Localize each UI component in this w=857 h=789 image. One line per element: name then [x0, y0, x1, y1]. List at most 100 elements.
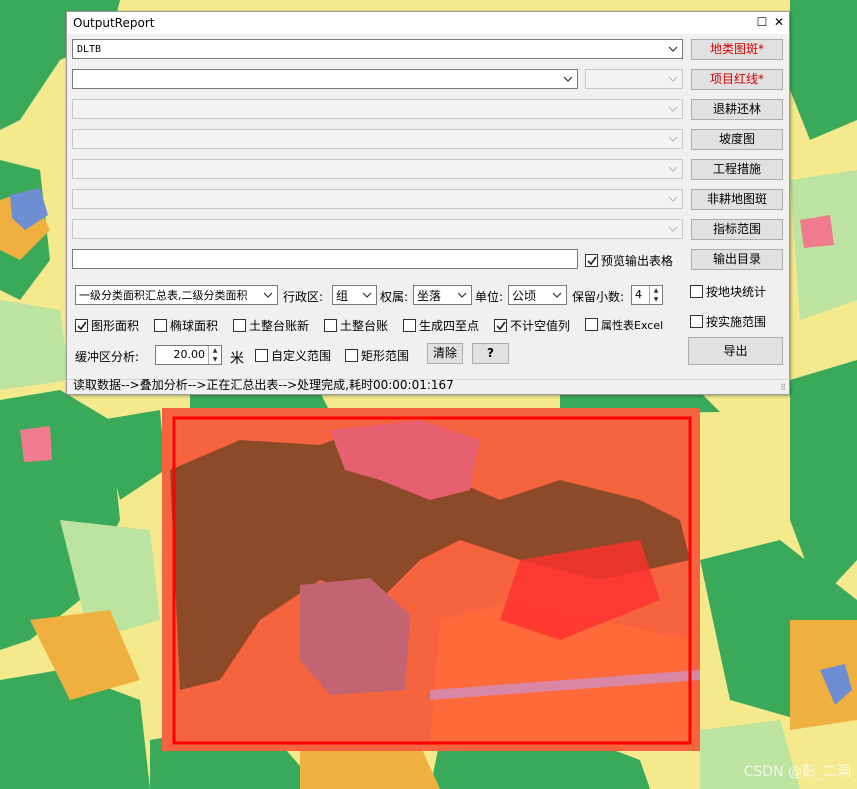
checkbox-box[interactable]	[75, 319, 88, 332]
checkbox-box[interactable]	[494, 319, 507, 332]
clear-button[interactable]: 清除	[427, 343, 463, 364]
preview-label: 预览输出表格	[601, 254, 674, 268]
stepper-buttons[interactable]: ▲ ▼	[208, 346, 221, 364]
checkbox-box[interactable]	[345, 349, 358, 362]
checkbox-box[interactable]	[585, 254, 598, 267]
maximize-icon[interactable]: ☐	[755, 15, 769, 29]
resize-grip-icon[interactable]: ⠿	[780, 383, 786, 392]
checkbox-box[interactable]	[690, 315, 703, 328]
unit-label: 单位:	[475, 290, 504, 304]
stepper-up-icon[interactable]: ▲	[650, 286, 662, 295]
slope-select[interactable]	[72, 129, 683, 149]
decimals-value: 4	[635, 288, 642, 301]
checkbox-box[interactable]	[585, 318, 598, 331]
chevron-down-icon	[552, 288, 562, 302]
settlement-patch	[20, 426, 52, 462]
report-type-value: 一级分类面积汇总表,二级分类面积	[79, 289, 248, 302]
custom-range-label: 自定义范围	[271, 349, 332, 363]
ignore-null-checkbox[interactable]: 不计空值列	[494, 317, 570, 333]
chevron-down-icon	[668, 72, 678, 86]
stepper-buttons[interactable]: ▲ ▼	[649, 286, 662, 304]
four-corners-label: 生成四至点	[419, 319, 480, 333]
buffer-unit: 米	[230, 351, 244, 367]
return-farmland-button[interactable]: 退耕还林	[691, 99, 783, 120]
indicator-range-button[interactable]: 指标范围	[691, 219, 783, 240]
indicator-select[interactable]	[72, 219, 683, 239]
project-redline-button[interactable]: 项目红线*	[691, 69, 783, 90]
grass-patch	[0, 300, 70, 390]
slope-map-button[interactable]: 坡度图	[691, 129, 783, 150]
output-directory-input[interactable]	[72, 249, 578, 269]
checkbox-box[interactable]	[324, 319, 337, 332]
orchard-patch	[300, 745, 440, 789]
chevron-down-icon	[362, 288, 372, 302]
output-directory-button[interactable]: 输出目录	[691, 249, 783, 270]
redline-layer-select[interactable]	[72, 69, 578, 89]
decimals-label: 保留小数:	[572, 290, 625, 304]
help-button[interactable]: ?	[472, 343, 509, 364]
stepper-up-icon[interactable]: ▲	[209, 346, 221, 355]
settlement-patch	[800, 215, 834, 248]
redline-field-select[interactable]	[585, 69, 683, 89]
landuse-layer-select[interactable]: DLTB	[72, 39, 683, 59]
close-icon[interactable]: ✕	[772, 15, 786, 29]
attr-excel-checkbox[interactable]: 属性表Excel	[585, 317, 663, 333]
unit-select[interactable]: 公顷	[508, 285, 567, 305]
return-farmland-select[interactable]	[72, 99, 683, 119]
nonfarm-select[interactable]	[72, 189, 683, 209]
report-type-select[interactable]: 一级分类面积汇总表,二级分类面积	[75, 285, 278, 305]
by-impl-range-checkbox[interactable]: 按实施范围	[690, 313, 766, 329]
land-ledger-label: 土整台账	[340, 319, 389, 333]
title-bar[interactable]: OutputReport ☐ ✕	[67, 12, 789, 34]
four-corners-checkbox[interactable]: 生成四至点	[403, 317, 479, 333]
ellipsoid-area-checkbox[interactable]: 椭球面积	[154, 317, 218, 333]
land-ledger-checkbox[interactable]: 土整台账	[324, 317, 388, 333]
watermark: CSDN @彭_二洞	[743, 764, 851, 780]
ownership-value: 坐落	[417, 289, 442, 303]
preview-output-checkbox[interactable]: 预览输出表格	[585, 252, 673, 268]
stepper-down-icon[interactable]: ▼	[650, 295, 662, 304]
by-impl-label: 按实施范围	[706, 315, 767, 329]
engineering-button[interactable]: 工程措施	[691, 159, 783, 180]
land-ledger-new-label: 土整台账新	[249, 319, 310, 333]
checkbox-box[interactable]	[690, 285, 703, 298]
checkbox-box[interactable]	[403, 319, 416, 332]
land-ledger-new-checkbox[interactable]: 土整台账新	[233, 317, 309, 333]
chevron-down-icon	[668, 162, 678, 176]
custom-range-checkbox[interactable]: 自定义范围	[255, 347, 331, 363]
checkbox-box[interactable]	[255, 349, 268, 362]
rect-range-checkbox[interactable]: 矩形范围	[345, 347, 409, 363]
export-button[interactable]: 导出	[688, 337, 783, 365]
ownership-label: 权属:	[380, 290, 409, 304]
chevron-down-icon	[563, 72, 573, 86]
attr-excel-label: 属性表Excel	[601, 319, 664, 332]
chevron-down-icon	[668, 42, 678, 56]
chevron-down-icon	[263, 288, 273, 302]
chevron-down-icon	[668, 192, 678, 206]
checkbox-box[interactable]	[233, 319, 246, 332]
landuse-layer-value: DLTB	[77, 44, 102, 55]
unit-value: 公顷	[512, 289, 537, 303]
chevron-down-icon	[668, 102, 678, 116]
chevron-down-icon	[457, 288, 467, 302]
landuse-parcel-button[interactable]: 地类图斑*	[691, 39, 783, 60]
checkbox-box[interactable]	[154, 319, 167, 332]
chevron-down-icon	[668, 132, 678, 146]
by-parcel-label: 按地块统计	[706, 285, 767, 299]
graphic-area-checkbox[interactable]: 图形面积	[75, 317, 139, 333]
rect-range-label: 矩形范围	[361, 349, 410, 363]
engineering-select[interactable]	[72, 159, 683, 179]
admin-select[interactable]: 组	[332, 285, 377, 305]
window-title: OutputReport	[73, 16, 155, 30]
nonfarm-parcel-button[interactable]: 非耕地图斑	[691, 189, 783, 210]
decimals-stepper[interactable]: 4 ▲ ▼	[631, 285, 663, 305]
chevron-down-icon	[668, 222, 678, 236]
output-report-dialog: OutputReport ☐ ✕ DLTB 地类图斑* 项目红线* 退耕还林 坡…	[66, 11, 790, 395]
ignore-null-label: 不计空值列	[510, 319, 571, 333]
buffer-distance-stepper[interactable]: 20.00 ▲ ▼	[155, 345, 222, 365]
admin-value: 组	[336, 289, 349, 303]
ownership-select[interactable]: 坐落	[413, 285, 472, 305]
status-text: 读取数据-->叠加分析-->正在汇总出表-->处理完成,耗时00:00:01:1…	[73, 378, 454, 392]
by-parcel-checkbox[interactable]: 按地块统计	[690, 283, 766, 299]
stepper-down-icon[interactable]: ▼	[209, 355, 221, 364]
